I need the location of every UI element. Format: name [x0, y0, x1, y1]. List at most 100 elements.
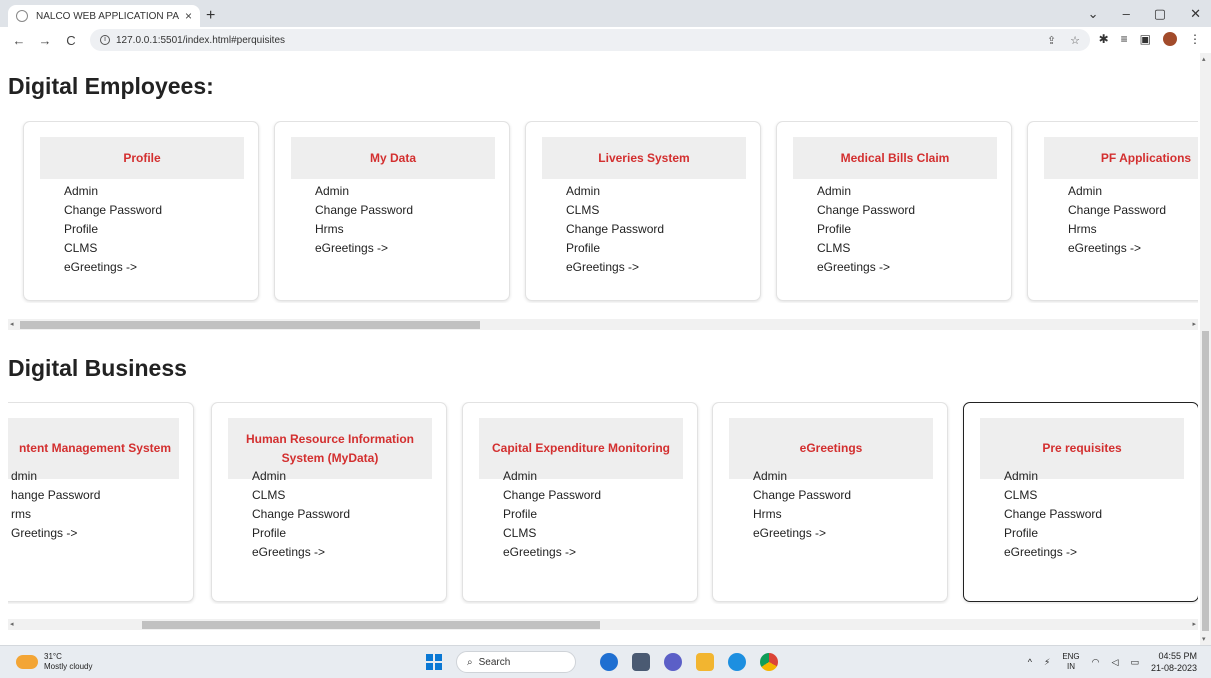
clock[interactable]: 04:55 PM 21-08-2023: [1151, 650, 1197, 674]
card-link[interactable]: eGreetings ->: [1068, 239, 1166, 258]
battery-icon[interactable]: ▭: [1130, 657, 1139, 668]
app-card[interactable]: Profile Admin Change Password Profile CLMS eG…: [23, 121, 259, 301]
card-link[interactable]: Admin: [503, 467, 601, 486]
card-link[interactable]: Change Password: [252, 505, 350, 524]
tab-search-icon[interactable]: ⌄: [1088, 6, 1099, 22]
app-card[interactable]: Pre requisites Admin CLMS Change Password Pr…: [963, 402, 1198, 602]
card-link[interactable]: Profile: [566, 239, 664, 258]
reload-button[interactable]: C: [64, 33, 78, 48]
scroll-up-arrow-icon[interactable]: ▴: [1202, 55, 1206, 63]
scroll-right-arrow-icon[interactable]: ▸: [1192, 319, 1196, 330]
card-link[interactable]: Profile: [1004, 524, 1102, 543]
card-link[interactable]: eGreetings ->: [817, 258, 915, 277]
close-tab-icon[interactable]: ×: [185, 9, 192, 23]
card-link[interactable]: CLMS: [503, 524, 601, 543]
card-link[interactable]: hange Password: [11, 486, 100, 505]
address-bar[interactable]: i 127.0.0.1:5501/index.html#perquisites …: [90, 29, 1090, 51]
card-link[interactable]: Admin: [753, 467, 851, 486]
card-title[interactable]: Liveries System: [542, 137, 746, 179]
card-title[interactable]: My Data: [291, 137, 495, 179]
close-window-button[interactable]: ✕: [1190, 6, 1201, 22]
app-card[interactable]: ntent Management System dmin hange Passwor…: [8, 402, 194, 602]
back-button[interactable]: ←: [12, 33, 26, 48]
vscode-icon[interactable]: [728, 653, 746, 671]
app-card[interactable]: PF Applications Admin Change Password Hrms e…: [1027, 121, 1198, 301]
card-link[interactable]: Change Password: [1068, 201, 1166, 220]
card-link[interactable]: Profile: [817, 220, 915, 239]
card-link[interactable]: Hrms: [753, 505, 851, 524]
restore-button[interactable]: ▢: [1154, 6, 1166, 22]
scrollbar-thumb[interactable]: [142, 621, 600, 629]
card-link[interactable]: eGreetings ->: [503, 543, 601, 562]
card-link[interactable]: Admin: [1068, 182, 1166, 201]
card-link[interactable]: Change Password: [753, 486, 851, 505]
card-link[interactable]: Admin: [252, 467, 350, 486]
card-link[interactable]: Admin: [817, 182, 915, 201]
new-tab-button[interactable]: +: [206, 7, 215, 25]
card-title[interactable]: Medical Bills Claim: [793, 137, 997, 179]
card-link[interactable]: Admin: [1004, 467, 1102, 486]
file-explorer-icon[interactable]: [696, 653, 714, 671]
scrollbar-thumb[interactable]: [1202, 331, 1209, 631]
card-link[interactable]: Hrms: [1068, 220, 1166, 239]
chrome-icon[interactable]: [760, 653, 778, 671]
card-link[interactable]: eGreetings ->: [64, 258, 162, 277]
card-link[interactable]: CLMS: [252, 486, 350, 505]
card-link[interactable]: Change Password: [315, 201, 413, 220]
card-link[interactable]: Greetings ->: [11, 524, 100, 543]
employees-horizontal-scrollbar[interactable]: ◂ ▸: [8, 319, 1198, 330]
card-link[interactable]: Change Password: [1004, 505, 1102, 524]
app-card[interactable]: Liveries System Admin CLMS Change Password P…: [525, 121, 761, 301]
card-link[interactable]: Profile: [252, 524, 350, 543]
card-link[interactable]: eGreetings ->: [252, 543, 350, 562]
browser-tab[interactable]: NALCO WEB APPLICATION PAGE ×: [8, 5, 200, 27]
info-icon[interactable]: i: [100, 35, 110, 45]
card-link[interactable]: Change Password: [503, 486, 601, 505]
wifi-icon[interactable]: ◠: [1092, 657, 1100, 668]
extensions-puzzle-icon[interactable]: ✱: [1099, 32, 1109, 46]
menu-kebab-icon[interactable]: ⋮: [1189, 32, 1201, 46]
scroll-left-arrow-icon[interactable]: ◂: [10, 619, 14, 630]
windows-start-icon[interactable]: [426, 654, 442, 670]
card-link[interactable]: Hrms: [315, 220, 413, 239]
app-card[interactable]: Medical Bills Claim Admin Change Password P…: [776, 121, 1012, 301]
card-link[interactable]: Profile: [503, 505, 601, 524]
weather-widget[interactable]: 31°C Mostly cloudy: [16, 652, 92, 672]
card-link[interactable]: CLMS: [1004, 486, 1102, 505]
minimize-button[interactable]: –: [1123, 6, 1130, 22]
card-link[interactable]: Change Password: [566, 220, 664, 239]
card-link[interactable]: Change Password: [817, 201, 915, 220]
card-link[interactable]: CLMS: [64, 239, 162, 258]
bing-icon[interactable]: [600, 653, 618, 671]
reading-list-icon[interactable]: ≡: [1121, 32, 1128, 46]
business-horizontal-scrollbar[interactable]: ◂ ▸: [8, 619, 1198, 630]
scroll-left-arrow-icon[interactable]: ◂: [10, 319, 14, 330]
card-link[interactable]: eGreetings ->: [315, 239, 413, 258]
card-link[interactable]: eGreetings ->: [566, 258, 664, 277]
taskbar-search[interactable]: ⌕ Search: [456, 651, 576, 673]
card-link[interactable]: eGreetings ->: [1004, 543, 1102, 562]
scroll-down-arrow-icon[interactable]: ▾: [1202, 635, 1206, 643]
profile-avatar[interactable]: [1163, 32, 1177, 46]
app-card[interactable]: eGreetings Admin Change Password Hrms eGreet…: [712, 402, 948, 602]
card-link[interactable]: Admin: [64, 182, 162, 201]
card-link[interactable]: dmin: [11, 467, 100, 486]
card-title[interactable]: Profile: [40, 137, 244, 179]
scroll-right-arrow-icon[interactable]: ▸: [1192, 619, 1196, 630]
language-indicator[interactable]: ENG IN: [1062, 652, 1079, 672]
card-link[interactable]: Profile: [64, 220, 162, 239]
bookmark-star-icon[interactable]: ☆: [1070, 34, 1080, 47]
app-card[interactable]: Capital Expenditure Monitoring Admin Chang…: [462, 402, 698, 602]
share-icon[interactable]: ⇪: [1047, 34, 1056, 47]
card-link[interactable]: CLMS: [817, 239, 915, 258]
forward-button[interactable]: →: [38, 33, 52, 48]
scrollbar-thumb[interactable]: [20, 321, 480, 329]
card-title[interactable]: PF Applications: [1044, 137, 1198, 179]
card-link[interactable]: Admin: [315, 182, 413, 201]
meet-icon[interactable]: [664, 653, 682, 671]
page-vertical-scrollbar[interactable]: ▴ ▾: [1200, 53, 1211, 645]
card-link[interactable]: CLMS: [566, 201, 664, 220]
chevron-up-icon[interactable]: ^: [1028, 657, 1032, 667]
app-card[interactable]: My Data Admin Change Password Hrms eGreeting…: [274, 121, 510, 301]
notification-icon[interactable]: ⚡: [1044, 657, 1050, 668]
